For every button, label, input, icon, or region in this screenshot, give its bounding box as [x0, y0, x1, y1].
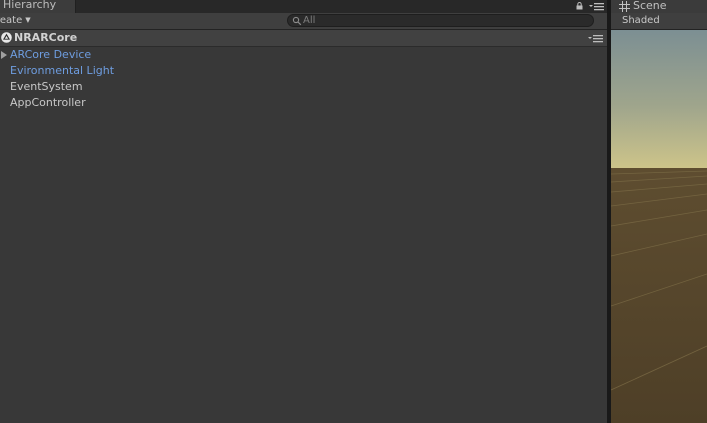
scene-viewport[interactable] — [611, 30, 707, 423]
hierarchy-item-environmental-light[interactable]: Evironmental Light — [0, 63, 607, 79]
scene-tab[interactable]: Scene — [611, 0, 707, 13]
hierarchy-item-label: ARCore Device — [10, 48, 92, 61]
hierarchy-item-app-controller[interactable]: AppController — [0, 95, 607, 111]
scene-toolbar: Shaded — [611, 13, 707, 30]
scene-name: NRARCore — [14, 31, 78, 44]
scene-header-row[interactable]: NRARCore — [0, 30, 607, 47]
create-button[interactable]: reate▼ — [0, 13, 31, 29]
hierarchy-item-event-system[interactable]: EventSystem — [0, 79, 607, 95]
search-field[interactable]: All — [287, 14, 594, 27]
hierarchy-item-label: EventSystem — [10, 80, 83, 93]
dropdown-arrow-icon: ▼ — [25, 16, 31, 24]
lock-icon[interactable] — [576, 2, 583, 10]
scene-panel: Scene Shaded — [611, 0, 707, 423]
foldout-arrow-icon[interactable] — [1, 51, 7, 59]
draw-mode-dropdown[interactable]: Shaded — [622, 13, 660, 29]
search-icon — [292, 16, 302, 26]
search-placeholder: All — [303, 15, 316, 26]
panel-menu-icon[interactable] — [589, 2, 605, 11]
hierarchy-toolbar: reate▼ All — [0, 13, 607, 30]
hierarchy-item-label: AppController — [10, 96, 86, 109]
hierarchy-panel: Hierarchy reate▼ All NRAR — [0, 0, 607, 423]
scene-tab-label: Scene — [633, 0, 667, 12]
scene-grid-icon — [619, 1, 630, 12]
create-button-label: reate — [0, 15, 23, 26]
hierarchy-item-label: Evironmental Light — [10, 64, 115, 77]
hierarchy-item-arcore-device[interactable]: ARCore Device — [0, 47, 607, 63]
hierarchy-tab[interactable]: Hierarchy — [0, 0, 76, 13]
hierarchy-tab-strip: Hierarchy — [0, 0, 607, 13]
unity-scene-icon — [1, 32, 12, 43]
scene-menu-icon[interactable] — [588, 34, 604, 43]
